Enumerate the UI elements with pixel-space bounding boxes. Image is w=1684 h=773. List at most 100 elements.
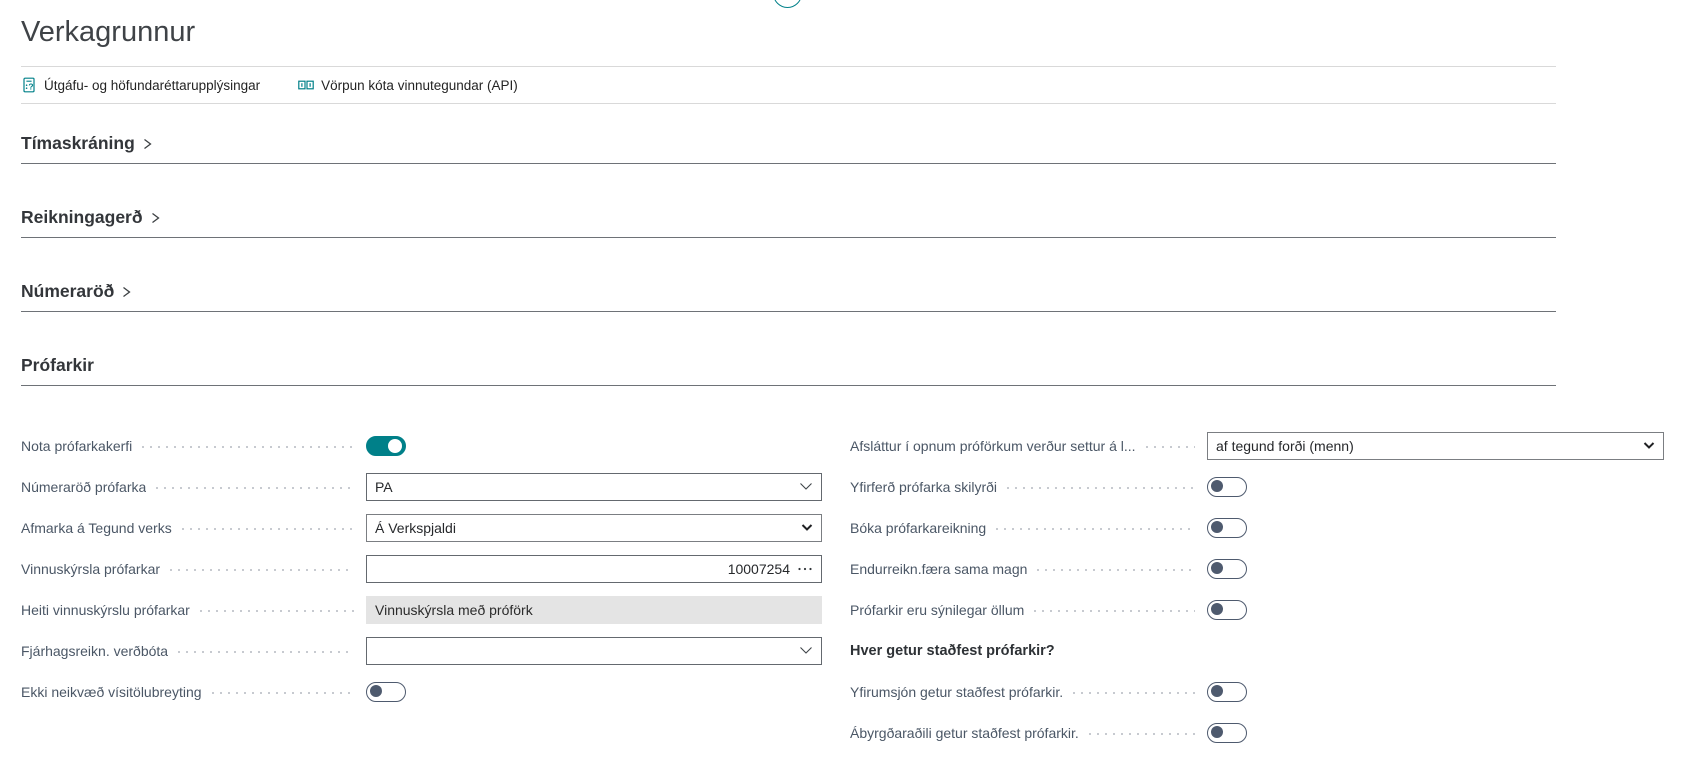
field-label: Ábyrgðaraðili getur staðfest prófarkir. <box>850 725 1079 741</box>
toggle-knob <box>1211 480 1223 492</box>
divider <box>21 103 1556 104</box>
section-rule <box>21 311 1556 312</box>
dotted-leader <box>156 487 354 489</box>
field-row-abyrgdaradili-stadfest: Ábyrgðaraðili getur staðfest prófarkir. <box>850 712 1664 753</box>
field-label: Afmarka á Tegund verks <box>21 520 172 536</box>
toggle-yfirferd-profarka-skilyrdi[interactable] <box>1207 477 1247 497</box>
section-title: Tímaskráning <box>21 133 135 154</box>
dotted-leader <box>1037 569 1195 571</box>
dotted-leader <box>142 446 354 448</box>
toggle-knob <box>1211 603 1223 615</box>
group-subheader: Hver getur staðfest prófarkir? <box>850 643 1055 659</box>
section-rule <box>21 163 1556 164</box>
section-timaskraning: Tímaskráning <box>21 133 1556 164</box>
field-row-boka-profarkareikning: Bóka prófarkareikning <box>850 507 1664 548</box>
section-header-reikningagerd[interactable]: Reikningagerð <box>21 207 161 228</box>
section-title: Prófarkir <box>21 355 94 376</box>
field-row-ekki-neikvaed: Ekki neikvæð vísitölubreyting <box>21 671 822 712</box>
field-row-numerarod-profarka: Númeraröð prófarka <box>21 466 822 507</box>
profarkir-fields: Nota prófarkakerfi Númeraröð prófarka <box>21 425 1556 753</box>
toggle-profarkir-eru-synilegar-ollum[interactable] <box>1207 600 1247 620</box>
numerarod-profarka-field <box>366 473 822 501</box>
toggle-endurreikn-faera-sama-magn[interactable] <box>1207 559 1247 579</box>
section-rule <box>21 237 1556 238</box>
toggle-knob <box>1211 521 1223 533</box>
assist-edit-icon[interactable] <box>797 566 813 572</box>
section-profarkir: Prófarkir Nota prófarkakerfi <box>21 355 1556 753</box>
field-row-afmarka-tegund-verks: Afmarka á Tegund verks Á Verkspjaldi <box>21 507 822 548</box>
field-row-heiti-vinnuskyrslu: Heiti vinnuskýrslu prófarkar Vinnuskýrsl… <box>21 589 822 630</box>
chevron-down-icon <box>801 523 813 532</box>
field-row-fjarhagsreikn-verdbota: Fjárhagsreikn. verðbóta <box>21 630 822 671</box>
field-row-yfirferd-skilyrdi: Yfirferð prófarka skilyrði <box>850 466 1664 507</box>
field-label: Númeraröð prófarka <box>21 479 146 495</box>
toggle-nota-profarkakerfi[interactable] <box>366 436 406 456</box>
field-label: Nota prófarkakerfi <box>21 438 132 454</box>
dotted-leader <box>1007 487 1195 489</box>
section-reikningagerd: Reikningagerð <box>21 207 1556 238</box>
dotted-leader <box>1146 446 1195 448</box>
toggle-yfirumsjon-getur-stadfest[interactable] <box>1207 682 1247 702</box>
afmarka-tegund-verks-select[interactable]: Á Verkspjaldi <box>366 514 822 542</box>
field-row-vinnuskyrsla-profarkar: Vinnuskýrsla prófarkar <box>21 548 822 589</box>
readonly-value: Vinnuskýrsla með próförk <box>375 602 533 618</box>
code-mapping-icon <box>298 77 314 93</box>
toggle-boka-profarkareikning[interactable] <box>1207 518 1247 538</box>
section-numerarod: Númeraröð <box>21 281 1556 312</box>
field-label: Yfirferð prófarka skilyrði <box>850 479 997 495</box>
toggle-ekki-neikvaed-visitolubreyting[interactable] <box>366 682 406 702</box>
field-label: Heiti vinnuskýrslu prófarkar <box>21 602 190 618</box>
toggle-abyrgdaradili-getur-stadfest[interactable] <box>1207 723 1247 743</box>
field-label: Afsláttur í opnum próförkum verður settu… <box>850 438 1136 454</box>
toggle-knob <box>370 685 382 697</box>
section-rule <box>21 385 1556 386</box>
field-label: Endurreikn.færa sama magn <box>850 561 1027 577</box>
section-header-numerarod[interactable]: Númeraröð <box>21 281 132 302</box>
field-label: Fjárhagsreikn. verðbóta <box>21 643 168 659</box>
select-value: af tegund forði (menn) <box>1216 438 1354 454</box>
section-header-timaskraning[interactable]: Tímaskráning <box>21 133 153 154</box>
dotted-leader <box>178 651 354 653</box>
vinnuskyrsla-profarkar-input[interactable] <box>375 561 790 577</box>
field-row-profarkir-synilegar: Prófarkir eru sýnilegar öllum <box>850 589 1664 630</box>
afslattur-select[interactable]: af tegund forði (menn) <box>1207 432 1664 460</box>
dotted-leader <box>996 528 1195 530</box>
chevron-down-icon[interactable] <box>799 646 813 655</box>
subheader-row-hver-getur-stadfest: Hver getur staðfest prófarkir? <box>850 630 1664 671</box>
svg-text:?: ? <box>28 82 33 92</box>
heiti-vinnuskyrslu-field: Vinnuskýrsla með próförk <box>366 596 822 624</box>
action-release-info[interactable]: ? Útgáfu- og höfundaréttarupplýsingar <box>21 77 260 93</box>
chevron-right-icon <box>150 210 161 226</box>
fjarhagsreikn-verdbota-input[interactable] <box>375 643 793 659</box>
action-bar: ? Útgáfu- og höfundaréttarupplýsingar Vö… <box>21 67 1556 103</box>
fields-column-right: Afsláttur í opnum próförkum verður settu… <box>850 425 1664 753</box>
dotted-leader <box>182 528 354 530</box>
numerarod-profarka-input[interactable] <box>375 479 793 495</box>
scroll-indicator-button[interactable] <box>773 0 802 8</box>
dotted-leader <box>1089 733 1195 735</box>
chevron-down-icon[interactable] <box>799 482 813 491</box>
action-worktype-mapping[interactable]: Vörpun kóta vinnutegundar (API) <box>298 77 518 93</box>
verkagrunnur-setup-page: Verkagrunnur ? Útgáfu- og höfundaréttaru… <box>0 0 1684 773</box>
field-label: Vinnuskýrsla prófarkar <box>21 561 160 577</box>
field-label: Bóka prófarkareikning <box>850 520 986 536</box>
page-title: Verkagrunnur <box>21 14 1556 50</box>
field-row-endurreikn: Endurreikn.færa sama magn <box>850 548 1664 589</box>
section-header-profarkir[interactable]: Prófarkir <box>21 355 94 376</box>
field-label: Yfirumsjón getur staðfest prófarkir. <box>850 684 1063 700</box>
fields-column-left: Nota prófarkakerfi Númeraröð prófarka <box>21 425 822 753</box>
field-row-nota-profarkakerfi: Nota prófarkakerfi <box>21 425 822 466</box>
section-title: Númeraröð <box>21 281 114 302</box>
toggle-knob <box>1211 562 1223 574</box>
field-label: Ekki neikvæð vísitölubreyting <box>21 684 202 700</box>
toggle-knob <box>1211 726 1223 738</box>
action-worktype-mapping-label: Vörpun kóta vinnutegundar (API) <box>321 78 518 93</box>
dotted-leader <box>1034 610 1195 612</box>
action-release-info-label: Útgáfu- og höfundaréttarupplýsingar <box>44 78 260 93</box>
report-document-icon: ? <box>21 77 37 93</box>
dotted-leader <box>170 569 354 571</box>
toggle-knob <box>388 439 402 453</box>
field-label: Prófarkir eru sýnilegar öllum <box>850 602 1024 618</box>
fjarhagsreikn-verdbota-field <box>366 637 822 665</box>
toggle-knob <box>1211 685 1223 697</box>
